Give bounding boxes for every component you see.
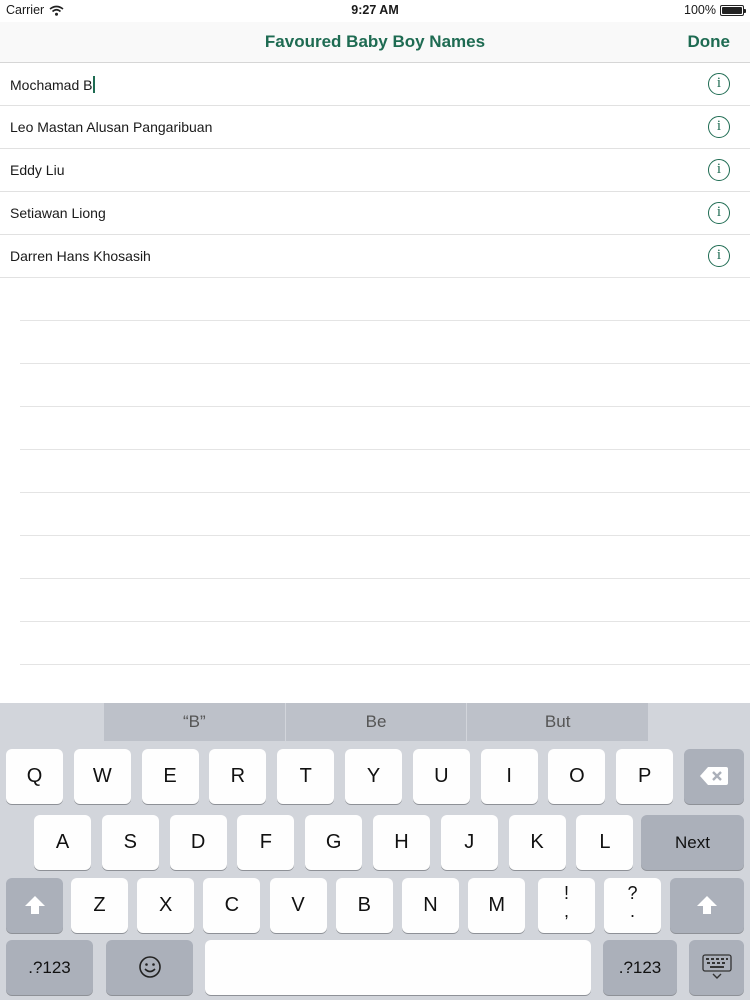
key-label-bottom: , <box>563 901 569 921</box>
status-time: 9:27 AM <box>351 3 399 17</box>
separator-line <box>20 664 750 665</box>
separator-line <box>20 492 750 493</box>
name-row[interactable]: Leo Mastan Alusan Pangaribuan i <box>0 106 750 149</box>
key-label-top: ? <box>627 883 638 903</box>
navigation-bar: Favoured Baby Boy Names Done <box>0 22 750 63</box>
battery-icon <box>720 4 746 16</box>
separator-line <box>20 578 750 579</box>
suggestion-item[interactable]: Be <box>286 703 468 741</box>
name-label: Darren Hans Khosasih <box>10 248 151 264</box>
key-x[interactable]: X <box>137 878 195 933</box>
key-i[interactable]: I <box>480 749 538 804</box>
key-v[interactable]: V <box>269 878 327 933</box>
info-icon[interactable]: i <box>708 116 730 138</box>
info-icon[interactable]: i <box>708 159 730 181</box>
battery-percent: 100% <box>684 3 716 17</box>
name-text-field[interactable]: Mochamad B <box>10 76 96 93</box>
names-list: Mochamad B i Leo Mastan Alusan Pangaribu… <box>0 63 750 278</box>
info-icon[interactable]: i <box>708 73 730 95</box>
key-r[interactable]: R <box>209 749 267 804</box>
info-icon[interactable]: i <box>708 245 730 267</box>
backspace-key[interactable] <box>684 749 744 804</box>
suggestion-item[interactable]: But <box>467 703 648 741</box>
shift-key-right[interactable] <box>670 878 744 933</box>
hide-keyboard-key[interactable] <box>689 940 744 995</box>
key-f[interactable]: F <box>237 815 295 870</box>
space-key[interactable] <box>205 940 591 995</box>
page-title: Favoured Baby Boy Names <box>264 32 486 51</box>
key-exclaim-comma[interactable]: !, <box>538 878 595 933</box>
key-p[interactable]: P <box>616 749 674 804</box>
key-e[interactable]: E <box>141 749 199 804</box>
key-c[interactable]: C <box>203 878 261 933</box>
emoji-icon <box>138 956 161 978</box>
name-row-editing[interactable]: Mochamad B i <box>0 63 750 106</box>
shift-key-left[interactable] <box>6 878 63 933</box>
separator-line <box>20 320 750 321</box>
key-d[interactable]: D <box>169 815 227 870</box>
name-label: Leo Mastan Alusan Pangaribuan <box>10 119 213 135</box>
name-row[interactable]: Setiawan Liong i <box>0 192 750 235</box>
name-row[interactable]: Darren Hans Khosasih i <box>0 235 750 278</box>
key-y[interactable]: Y <box>345 749 402 804</box>
separator-line <box>20 277 750 278</box>
key-u[interactable]: U <box>412 749 470 804</box>
key-s[interactable]: S <box>101 815 159 870</box>
key-n[interactable]: N <box>402 878 459 933</box>
numbers-key-left[interactable]: .?123 <box>6 940 93 995</box>
separator-line <box>20 449 750 450</box>
name-row[interactable]: Eddy Liu i <box>0 149 750 192</box>
numbers-key-right[interactable]: .?123 <box>603 940 677 995</box>
suggestion-bar: “B” Be But <box>104 703 648 741</box>
emoji-key[interactable] <box>106 940 193 995</box>
key-m[interactable]: M <box>468 878 526 933</box>
key-w[interactable]: W <box>73 749 131 804</box>
key-h[interactable]: H <box>373 815 430 870</box>
next-key[interactable]: Next <box>641 815 744 870</box>
hide-keyboard-icon <box>701 954 732 979</box>
battery-group: 100% <box>684 3 746 17</box>
key-k[interactable]: K <box>508 815 566 870</box>
key-b[interactable]: B <box>335 878 393 933</box>
onscreen-keyboard: “B” Be But Q W E R T Y U I O P A S D F G H J K L Next Z X C V B N… <box>0 703 750 1000</box>
name-label: Setiawan Liong <box>10 205 106 221</box>
key-label-bottom: . <box>629 901 635 921</box>
name-label: Eddy Liu <box>10 162 65 178</box>
status-bar: Carrier 9:27 AM 100% <box>0 0 750 22</box>
name-value: Mochamad B <box>10 77 93 93</box>
separator-line <box>20 406 750 407</box>
key-j[interactable]: J <box>440 815 498 870</box>
separator-line <box>20 363 750 364</box>
separator-line <box>20 535 750 536</box>
separator-line <box>20 621 750 622</box>
key-o[interactable]: O <box>548 749 606 804</box>
key-question-period[interactable]: ?. <box>604 878 661 933</box>
key-q[interactable]: Q <box>6 749 63 804</box>
text-cursor <box>93 76 96 93</box>
key-a[interactable]: A <box>34 815 91 870</box>
info-icon[interactable]: i <box>708 202 730 224</box>
key-g[interactable]: G <box>305 815 363 870</box>
suggestion-item[interactable]: “B” <box>104 703 286 741</box>
done-button[interactable]: Done <box>688 32 731 52</box>
key-t[interactable]: T <box>277 749 335 804</box>
key-label-top: ! <box>563 883 569 903</box>
shift-icon <box>24 896 45 914</box>
backspace-icon <box>700 767 728 785</box>
key-z[interactable]: Z <box>71 878 128 933</box>
key-l[interactable]: L <box>576 815 634 870</box>
shift-icon <box>697 896 717 914</box>
